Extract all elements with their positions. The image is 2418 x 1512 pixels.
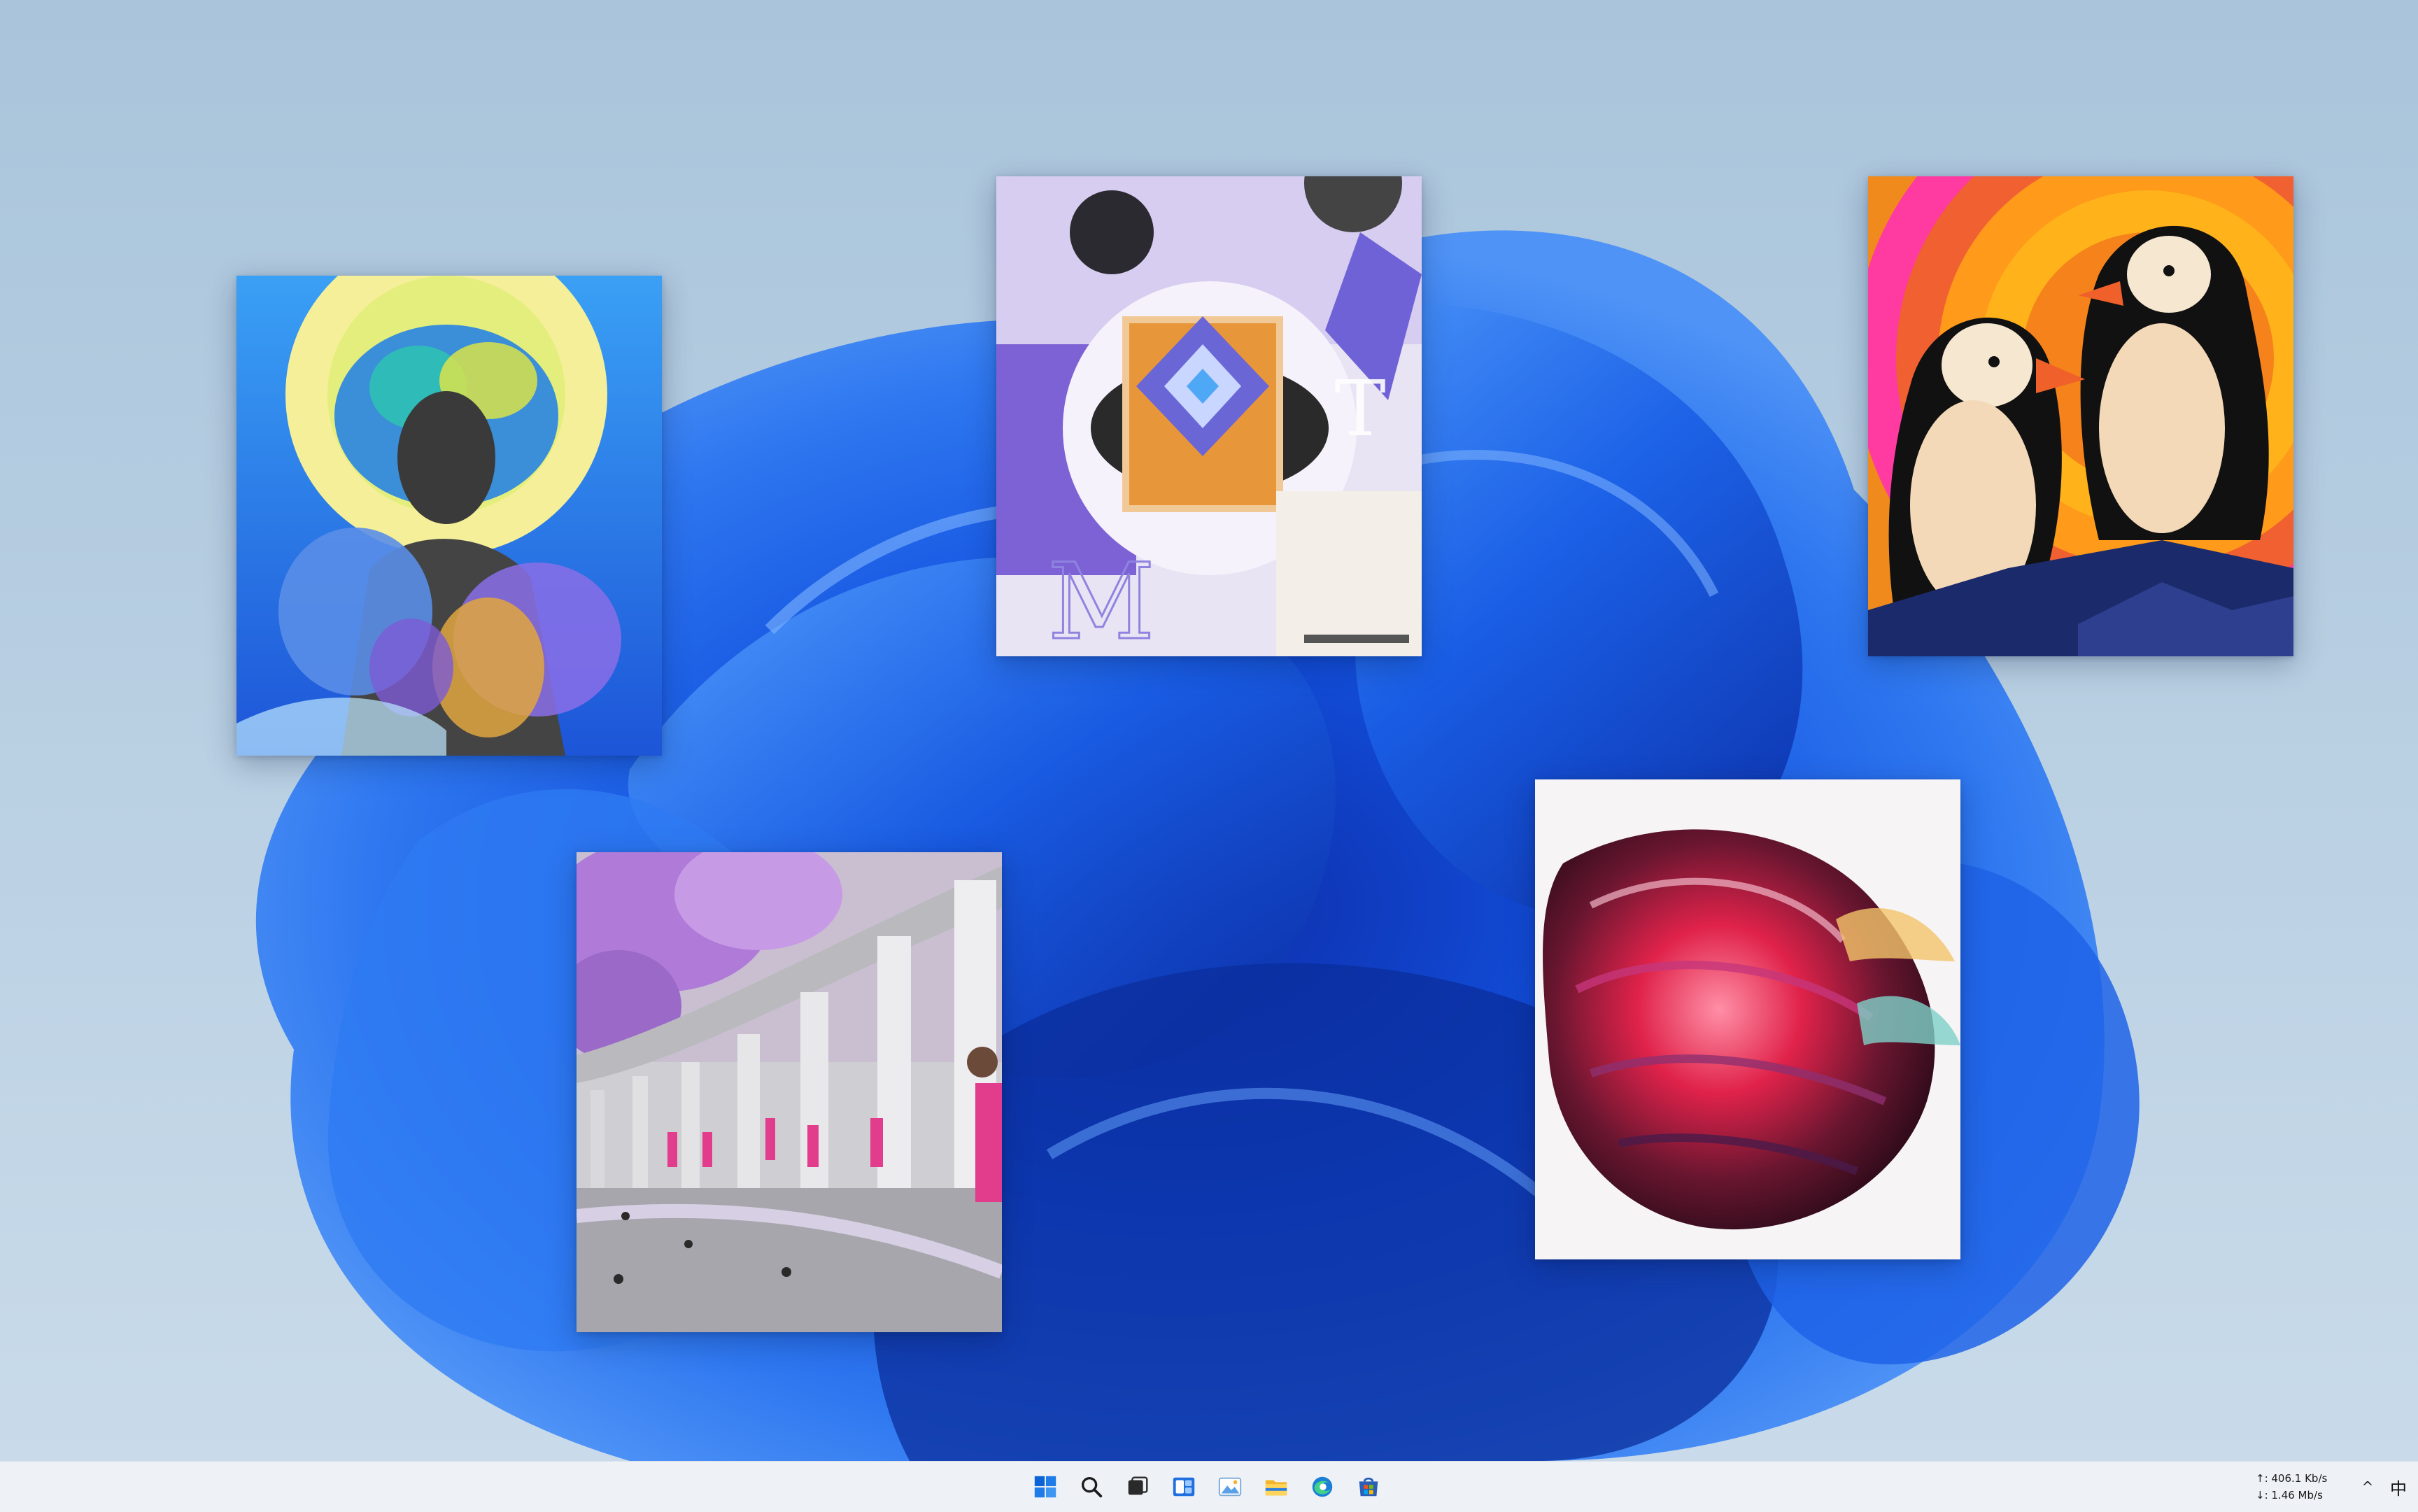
system-tray: ↑: 406.1 Kb/s ↓: 1.46 Mb/s ^ 中 (2236, 1462, 2418, 1512)
network-speed-monitor[interactable]: ↑: 406.1 Kb/s ↓: 1.46 Mb/s (2256, 1470, 2340, 1504)
start-icon[interactable] (1030, 1471, 1061, 1502)
file-explorer-icon[interactable] (1261, 1471, 1292, 1502)
glass-rose-window[interactable] (1535, 779, 1960, 1259)
taskbar: ↑: 406.1 Kb/s ↓: 1.46 Mb/s ^ 中 (0, 1461, 2418, 1512)
photos-icon[interactable] (1215, 1471, 1245, 1502)
task-view-icon[interactable] (1122, 1471, 1153, 1502)
chevron-up-icon[interactable]: ^ (2358, 1477, 2377, 1497)
svg-text:T: T (1334, 364, 1385, 453)
download-speed: ↓: 1.46 Mb/s (2256, 1489, 2323, 1502)
widgets-icon[interactable] (1168, 1471, 1199, 1502)
edge-icon[interactable] (1307, 1471, 1338, 1502)
ime-indicator[interactable]: 中 (2384, 1474, 2412, 1499)
store-icon[interactable] (1353, 1471, 1384, 1502)
portrait-art-window[interactable] (236, 276, 662, 756)
abstract-art-image: T M (996, 176, 1422, 656)
portrait-art-image (236, 276, 662, 756)
puffins-art-window[interactable] (1868, 176, 2293, 656)
colonnade-photo-window[interactable] (577, 852, 1002, 1332)
search-icon[interactable] (1076, 1471, 1107, 1502)
upload-speed: ↑: 406.1 Kb/s (2256, 1472, 2328, 1485)
puffins-art-image (1868, 176, 2293, 656)
abstract-art-window[interactable]: T M (996, 176, 1422, 656)
desktop: T M (0, 0, 2418, 1461)
colonnade-photo-image (577, 852, 1002, 1332)
glass-rose-image (1535, 779, 1960, 1259)
svg-text:M: M (1047, 542, 1155, 656)
